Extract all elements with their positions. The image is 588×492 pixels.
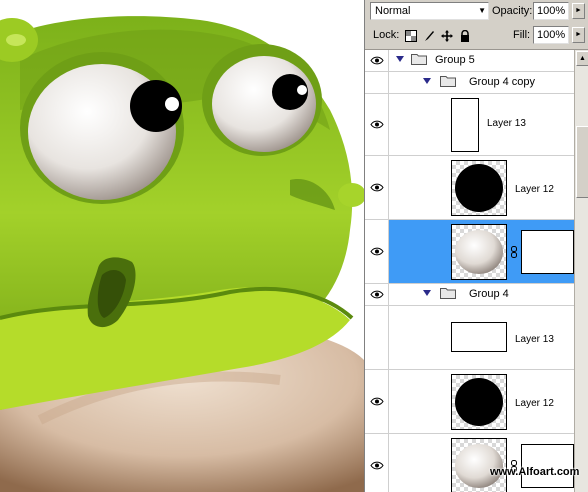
watermark: www.Alfoart.com (490, 466, 580, 478)
document-canvas[interactable] (0, 0, 364, 492)
visibility-toggle[interactable] (365, 370, 389, 433)
layer-thumbnail (451, 438, 507, 492)
fill-slider-button[interactable]: ► (572, 27, 585, 43)
layer-row-eyeball[interactable] (365, 434, 574, 492)
folder-icon (440, 76, 456, 87)
visibility-toggle[interactable] (365, 94, 389, 155)
layer-thumbnail (451, 98, 479, 152)
folder-icon (411, 54, 427, 65)
fill-label: Fill: (513, 29, 531, 41)
opacity-input[interactable]: 100% (533, 2, 569, 20)
lock-all-icon[interactable] (459, 30, 471, 42)
opacity-slider-button[interactable]: ► (572, 3, 585, 19)
frog-artwork (0, 16, 364, 492)
eye-icon (369, 56, 384, 65)
expand-triangle-icon[interactable] (423, 78, 431, 84)
blend-mode-value: Normal (375, 5, 411, 17)
lock-image-pixels-icon[interactable] (423, 30, 435, 42)
lock-transparency-icon[interactable] (405, 30, 417, 42)
visibility-toggle[interactable] (365, 434, 389, 492)
expand-triangle-icon[interactable] (423, 290, 431, 296)
lock-position-icon[interactable] (441, 30, 453, 42)
visibility-toggle[interactable] (365, 156, 389, 219)
chevron-down-icon: ▼ (478, 6, 486, 15)
layer-name: Layer 13 (487, 118, 526, 129)
eye-icon (369, 461, 384, 470)
layer-mask-thumbnail[interactable] (521, 230, 574, 274)
layer-row-layer-13-b[interactable]: Layer 13 (365, 306, 574, 370)
eye-icon (369, 183, 384, 192)
visibility-toggle[interactable] (365, 284, 389, 305)
eye-icon (369, 397, 384, 406)
layer-row-layer-12-b[interactable]: Layer 12 (365, 370, 574, 434)
eye-icon (369, 247, 384, 256)
eye-icon (369, 290, 384, 299)
layer-row-eyeball-selected[interactable] (365, 220, 574, 284)
layer-row-group-5[interactable]: Group 5 (365, 50, 574, 72)
blend-options-row: Normal ▼ Opacity: 100% ► (365, 0, 588, 26)
layer-thumbnail (451, 160, 507, 216)
layer-name: Group 4 copy (469, 76, 536, 88)
layer-thumbnail (451, 322, 507, 352)
layer-name: Layer 13 (515, 334, 554, 345)
eye-icon (369, 120, 384, 129)
visibility-toggle[interactable] (365, 50, 389, 71)
layer-name: Layer 12 (515, 184, 554, 195)
layer-name: Group 4 (469, 288, 509, 300)
visibility-toggle[interactable] (365, 72, 389, 93)
layer-row-layer-13[interactable]: Layer 13 (365, 94, 574, 156)
scroll-thumb[interactable] (576, 126, 588, 198)
chain-link-icon[interactable] (511, 246, 517, 258)
layer-row-layer-12[interactable]: Layer 12 (365, 156, 574, 220)
layer-thumbnail (451, 374, 507, 430)
scroll-up-arrow-icon[interactable]: ▲ (576, 51, 588, 66)
layers-panel: Normal ▼ Opacity: 100% ► Lock: Fill: 100… (364, 0, 588, 492)
visibility-toggle[interactable] (365, 220, 389, 283)
lock-options-row: Lock: Fill: 100% ► (365, 24, 588, 50)
lock-label: Lock: (373, 29, 400, 41)
layers-scrollbar[interactable]: ▲ (574, 50, 588, 492)
folder-icon (440, 288, 456, 299)
layer-thumbnail (451, 224, 507, 280)
opacity-label: Opacity: (492, 5, 533, 17)
layer-name: Layer 12 (515, 398, 554, 409)
layer-row-group-4[interactable]: Group 4 (365, 284, 574, 306)
layer-name: Group 5 (435, 54, 475, 66)
layer-list: Group 5 Group 4 copy Layer 13 Layer 12 G… (365, 50, 574, 492)
expand-triangle-icon[interactable] (396, 56, 404, 62)
visibility-toggle[interactable] (365, 306, 389, 369)
blend-mode-select[interactable]: Normal ▼ (370, 2, 489, 20)
fill-input[interactable]: 100% (533, 26, 569, 44)
layer-row-group-4-copy[interactable]: Group 4 copy (365, 72, 574, 94)
